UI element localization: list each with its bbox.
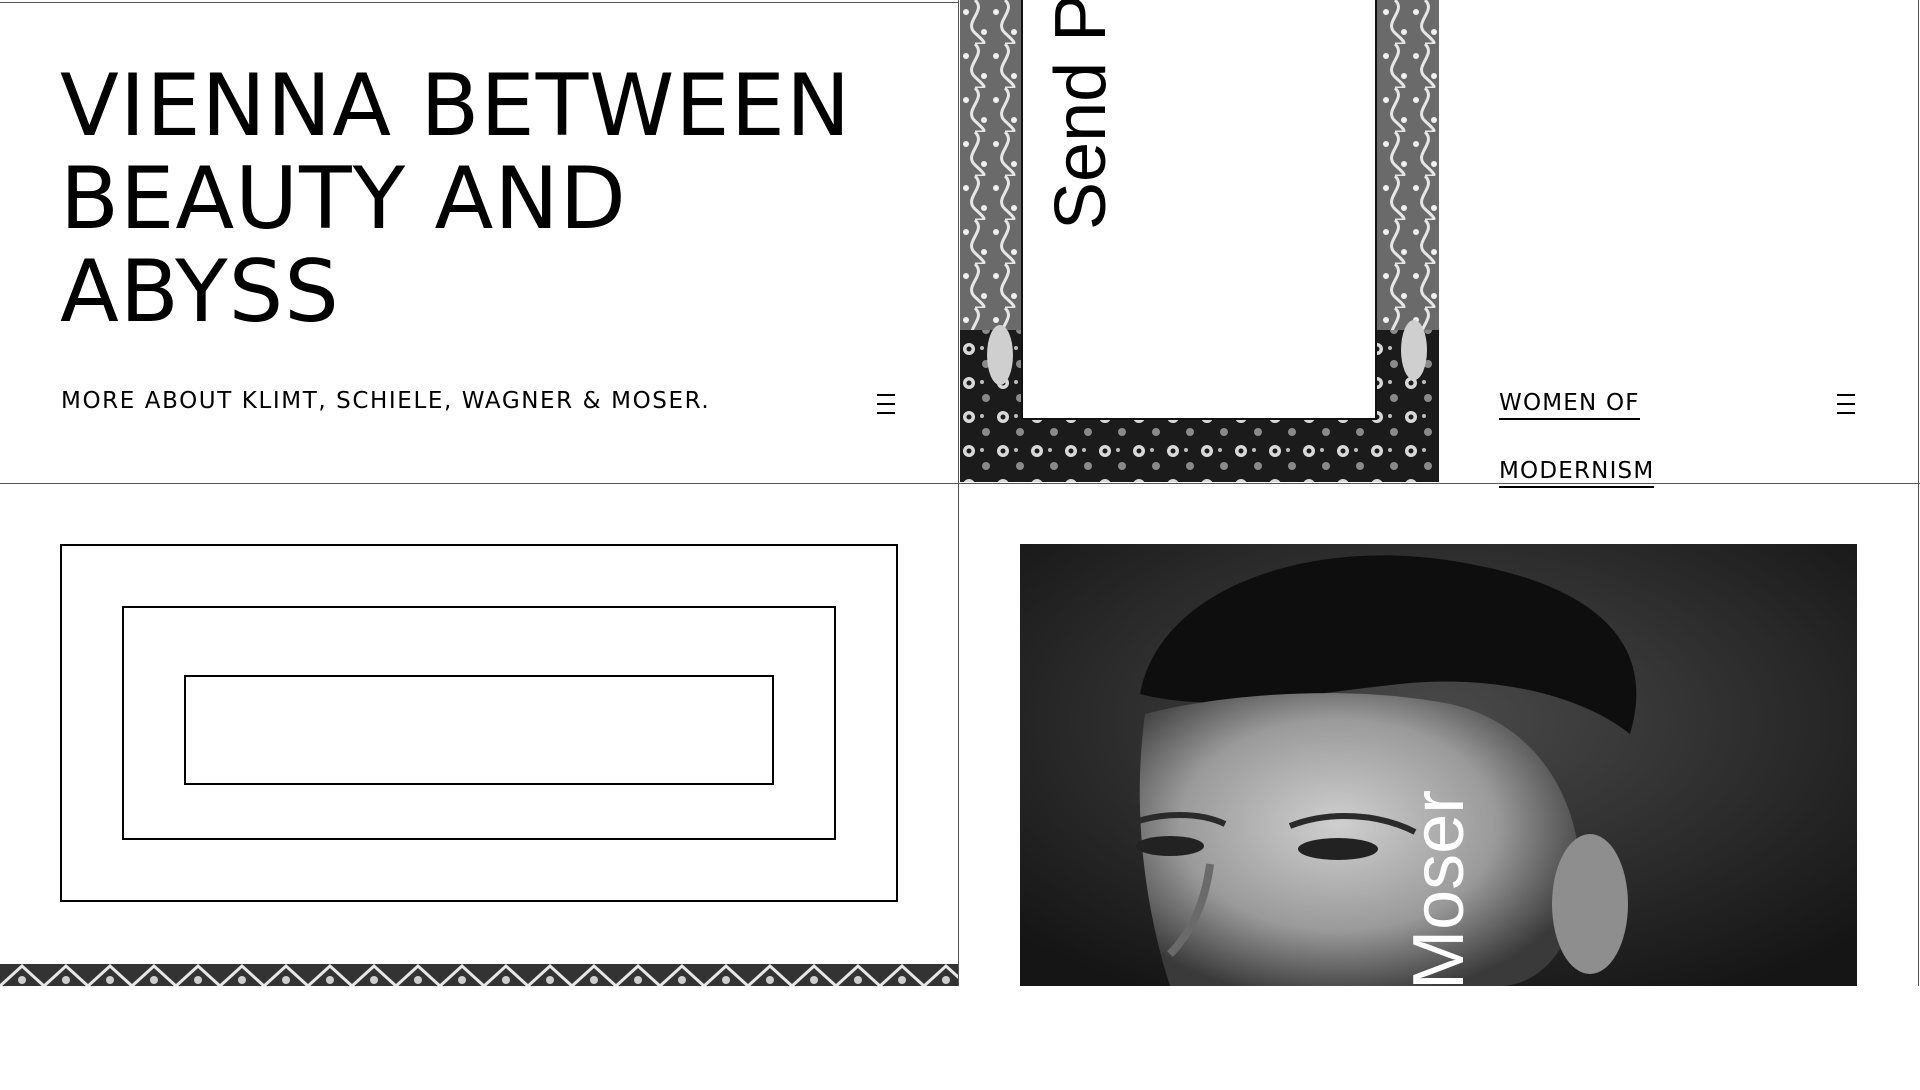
women-of-modernism-link[interactable]: WOMEN OF MODERNISM <box>1499 352 1655 488</box>
poster-image[interactable] <box>960 0 1439 482</box>
women-link-line-1: WOMEN OF <box>1499 388 1640 420</box>
hamburger-menu-icon[interactable] <box>877 394 895 416</box>
poster-vertical-text: Send Po <box>1041 0 1121 230</box>
hamburger-menu-icon-secondary[interactable] <box>1837 394 1855 416</box>
page-title: VIENNA BETWEEN BEAUTY AND ABYSS <box>60 56 852 342</box>
ornament-strip-image <box>0 964 958 986</box>
grid-divider-vertical <box>958 0 959 986</box>
women-link-line-2: MODERNISM <box>1499 456 1655 488</box>
inner-frame <box>184 675 774 785</box>
portrait-vertical-text: an Moser <box>1399 789 1479 1090</box>
hero-subtitle: MORE ABOUT KLIMT, SCHIELE, WAGNER & MOSE… <box>61 388 711 414</box>
grid-divider-right <box>1918 0 1919 986</box>
